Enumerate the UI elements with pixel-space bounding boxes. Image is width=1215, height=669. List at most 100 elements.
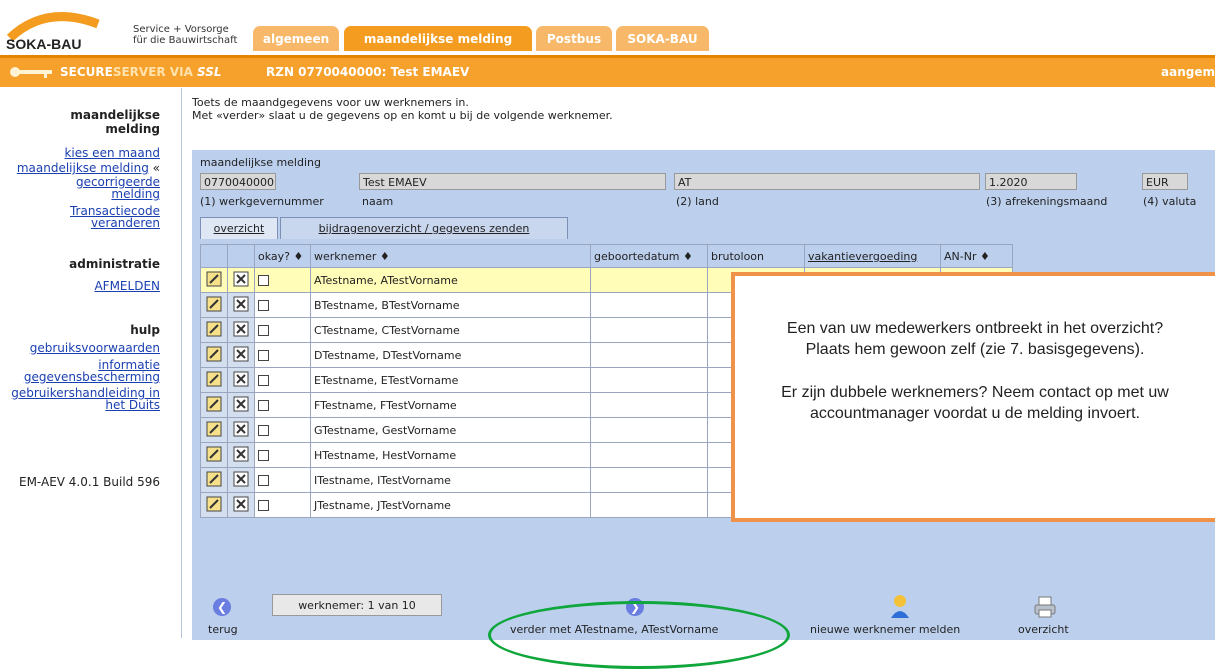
edit-icon[interactable] <box>206 446 222 462</box>
sidebar-item-gecorrigeerde[interactable]: gecorrigeerde melding <box>70 176 160 200</box>
col-an-nr[interactable]: AN-Nr ♦ <box>940 244 1013 268</box>
delete-icon[interactable] <box>233 371 249 387</box>
okay-checkbox[interactable] <box>258 275 269 286</box>
row-delete-cell[interactable] <box>227 417 255 443</box>
delete-icon[interactable] <box>233 496 249 512</box>
row-birthdate <box>590 392 708 418</box>
edit-icon[interactable] <box>206 346 222 362</box>
row-birthdate <box>590 417 708 443</box>
tab-postbus[interactable]: Postbus <box>536 26 612 51</box>
row-okay-cell[interactable] <box>254 367 311 393</box>
brand-line2: für die Bauwirtschaft <box>133 35 238 46</box>
row-delete-cell[interactable] <box>227 317 255 343</box>
delete-icon[interactable] <box>233 346 249 362</box>
delete-icon[interactable] <box>233 421 249 437</box>
row-birthdate <box>590 467 708 493</box>
row-okay-cell[interactable] <box>254 492 311 518</box>
new-person-icon[interactable] <box>890 594 910 618</box>
row-edit-cell[interactable] <box>200 442 228 468</box>
row-okay-cell[interactable] <box>254 267 311 293</box>
sidebar-item-maandelijkse-melding[interactable]: maandelijkse melding <box>17 161 149 175</box>
logout-link[interactable]: AFMELDEN <box>0 279 160 293</box>
edit-icon[interactable] <box>206 396 222 412</box>
okay-checkbox[interactable] <box>258 300 269 311</box>
okay-checkbox[interactable] <box>258 350 269 361</box>
tab-soka-bau[interactable]: SOKA-BAU <box>616 26 709 51</box>
okay-checkbox[interactable] <box>258 325 269 336</box>
col-geboortedatum[interactable]: geboortedatum ♦ <box>590 244 708 268</box>
row-delete-cell[interactable] <box>227 267 255 293</box>
row-birthdate <box>590 292 708 318</box>
row-delete-cell[interactable] <box>227 342 255 368</box>
row-okay-cell[interactable] <box>254 342 311 368</box>
row-employee-name: ITestname, ITestVorname <box>310 467 591 493</box>
edit-icon[interactable] <box>206 496 222 512</box>
delete-icon[interactable] <box>233 296 249 312</box>
row-edit-cell[interactable] <box>200 392 228 418</box>
row-okay-cell[interactable] <box>254 392 311 418</box>
row-okay-cell[interactable] <box>254 292 311 318</box>
overview-label[interactable]: overzicht <box>1018 623 1069 636</box>
version-info: EM-AEV 4.0.1 Build 596 <box>18 475 160 489</box>
back-label[interactable]: terug <box>208 623 238 636</box>
row-delete-cell[interactable] <box>227 367 255 393</box>
okay-checkbox[interactable] <box>258 400 269 411</box>
tab-maandelijkse-melding[interactable]: maandelijkse melding <box>344 26 532 51</box>
row-delete-cell[interactable] <box>227 492 255 518</box>
help-handleiding[interactable]: gebruikershandleiding in het Duits <box>0 387 160 411</box>
sidebar-item-current[interactable]: maandelijkse melding « <box>0 160 160 176</box>
edit-icon[interactable] <box>206 321 222 337</box>
delete-icon[interactable] <box>233 471 249 487</box>
row-edit-cell[interactable] <box>200 417 228 443</box>
okay-checkbox[interactable] <box>258 475 269 486</box>
row-delete-cell[interactable] <box>227 292 255 318</box>
help-gegevensbescherming[interactable]: informatie gegevensbescherming <box>0 359 160 383</box>
sidebar-item-transactiecode[interactable]: Transactiecode veranderen <box>60 205 160 229</box>
row-edit-cell[interactable] <box>200 292 228 318</box>
tab-overzicht[interactable]: overzicht <box>200 217 278 239</box>
sidebar-item-kies-maand[interactable]: kies een maand <box>0 146 160 160</box>
help-gebruiksvoorwaarden[interactable]: gebruiksvoorwaarden <box>0 341 160 355</box>
back-arrow-icon[interactable]: ❮ <box>213 598 231 616</box>
row-okay-cell[interactable] <box>254 467 311 493</box>
edit-icon[interactable] <box>206 296 222 312</box>
delete-icon[interactable] <box>233 321 249 337</box>
row-okay-cell[interactable] <box>254 442 311 468</box>
edit-icon[interactable] <box>206 271 222 287</box>
printer-icon[interactable] <box>1033 596 1057 618</box>
delete-icon[interactable] <box>233 396 249 412</box>
row-okay-cell[interactable] <box>254 317 311 343</box>
employer-number-field: 0770040000 <box>200 173 276 190</box>
row-edit-cell[interactable] <box>200 342 228 368</box>
row-delete-cell[interactable] <box>227 392 255 418</box>
row-employee-name: ATestname, ATestVorname <box>310 267 591 293</box>
okay-checkbox[interactable] <box>258 425 269 436</box>
tab-bijdragenoverzicht[interactable]: bijdragenoverzicht / gegevens zenden <box>280 217 568 239</box>
edit-icon[interactable] <box>206 421 222 437</box>
delete-icon[interactable] <box>233 446 249 462</box>
okay-checkbox[interactable] <box>258 375 269 386</box>
secure-middle: SERVER VIA <box>112 65 198 79</box>
row-delete-cell[interactable] <box>227 467 255 493</box>
new-employee-label[interactable]: nieuwe werknemer melden <box>810 623 960 636</box>
employee-counter: werknemer: 1 van 10 <box>272 594 442 616</box>
tab-algemeen[interactable]: algemeen <box>253 26 339 51</box>
row-edit-cell[interactable] <box>200 367 228 393</box>
row-edit-cell[interactable] <box>200 267 228 293</box>
edit-icon[interactable] <box>206 371 222 387</box>
login-status: aangem <box>1161 65 1215 79</box>
popup-text-duplicates: Er zijn dubbele werknemers? Neem contact… <box>781 384 1169 422</box>
row-delete-cell[interactable] <box>227 442 255 468</box>
edit-icon[interactable] <box>206 471 222 487</box>
col-vakantievergoeding[interactable]: vakantievergoeding <box>804 244 941 268</box>
row-edit-cell[interactable] <box>200 467 228 493</box>
col-okay[interactable]: okay? ♦ <box>254 244 311 268</box>
row-edit-cell[interactable] <box>200 492 228 518</box>
row-edit-cell[interactable] <box>200 317 228 343</box>
okay-checkbox[interactable] <box>258 450 269 461</box>
col-werknemer[interactable]: werknemer ♦ <box>310 244 591 268</box>
row-okay-cell[interactable] <box>254 417 311 443</box>
okay-checkbox[interactable] <box>258 500 269 511</box>
label-employer-number: (1) werkgevernummer <box>200 195 324 208</box>
delete-icon[interactable] <box>233 271 249 287</box>
